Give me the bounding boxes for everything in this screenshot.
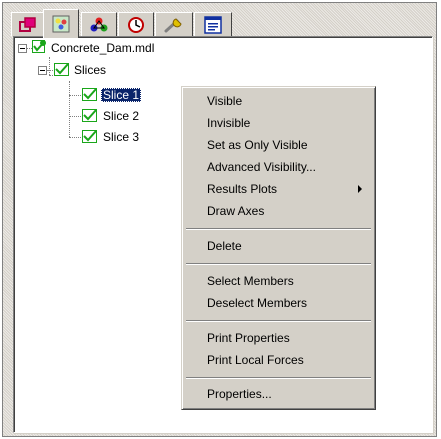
- tab-time[interactable]: [118, 12, 154, 36]
- slice-3-visible-checkbox[interactable]: [82, 130, 98, 144]
- tab-layers[interactable]: [11, 12, 44, 36]
- menu-separator: [186, 263, 371, 265]
- menu-item-invisible[interactable]: Invisible: [185, 114, 372, 132]
- properties-icon: [203, 15, 223, 34]
- submenu-arrow-icon: [358, 185, 362, 193]
- context-menu: Visible Invisible Set as Only Visible Ad…: [181, 86, 376, 410]
- results-plots-label: Results Plots: [207, 182, 278, 196]
- slices-visible-checkbox[interactable]: [54, 63, 70, 77]
- palette-icon: [52, 15, 70, 33]
- menu-item-set-only-visible[interactable]: Set as Only Visible: [185, 136, 372, 154]
- menu-item-select-members[interactable]: Select Members: [185, 272, 372, 290]
- tree-node-model[interactable]: Concrete_Dam.mdl: [51, 41, 154, 55]
- menu-separator: [186, 228, 371, 230]
- menu-item-results-plots[interactable]: Results Plots: [185, 180, 372, 198]
- model-tree-panel: Concrete_Dam.mdl Slices Slice 1 Slice 2 …: [2, 2, 437, 437]
- menu-separator: [186, 320, 371, 322]
- slices-collapse-toggle[interactable]: [38, 66, 47, 75]
- tab-display[interactable]: [43, 9, 79, 38]
- menu-item-delete[interactable]: Delete: [185, 237, 372, 255]
- menu-item-properties[interactable]: Properties...: [185, 385, 372, 403]
- menu-item-draw-axes[interactable]: Draw Axes: [185, 202, 372, 220]
- menu-item-deselect-members[interactable]: Deselect Members: [185, 294, 372, 312]
- tree-node-slice-2[interactable]: Slice 2: [103, 109, 139, 123]
- menu-separator: [186, 377, 371, 379]
- members-icon: [89, 16, 109, 34]
- clock-icon: [126, 16, 146, 34]
- layers-icon: [18, 16, 37, 33]
- root-collapse-toggle[interactable]: [18, 44, 27, 53]
- tree-node-slice-3[interactable]: Slice 3: [103, 130, 139, 144]
- tab-members[interactable]: [81, 12, 117, 36]
- wrench-icon: [163, 16, 185, 34]
- slice-1-visible-checkbox[interactable]: [82, 88, 98, 102]
- menu-item-visible[interactable]: Visible: [185, 92, 372, 110]
- slice-2-visible-checkbox[interactable]: [82, 109, 98, 123]
- model-visible-icon[interactable]: [32, 40, 48, 54]
- tree-node-slice-1[interactable]: Slice 1: [101, 88, 142, 102]
- tab-tools[interactable]: [155, 12, 193, 36]
- menu-item-advanced-visibility[interactable]: Advanced Visibility...: [185, 158, 372, 176]
- menu-item-print-properties[interactable]: Print Properties: [185, 329, 372, 347]
- menu-item-print-local-forces[interactable]: Print Local Forces: [185, 351, 372, 369]
- tree-node-slices[interactable]: Slices: [74, 63, 106, 77]
- tab-properties[interactable]: [194, 12, 232, 36]
